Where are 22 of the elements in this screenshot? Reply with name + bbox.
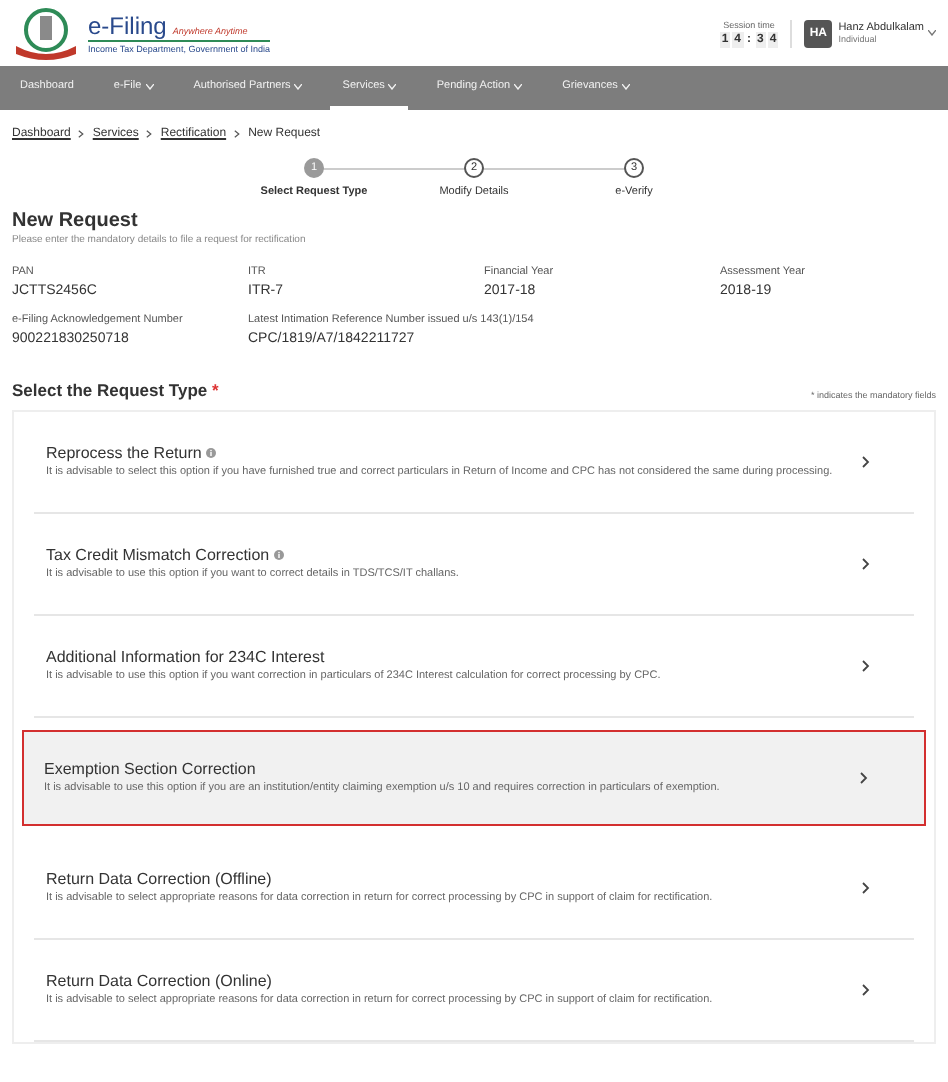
brand-name: e-Filing xyxy=(88,12,167,40)
page-title: New Request xyxy=(12,210,140,232)
chevron-right-icon xyxy=(862,558,870,570)
caret-icon xyxy=(928,30,936,36)
option-title: Return Data Correction (Online) xyxy=(46,971,272,990)
option-title: Exemption Section Correction xyxy=(44,759,256,778)
chevron-right-icon xyxy=(78,130,85,138)
chevron-right-icon xyxy=(146,130,153,138)
option-title: Additional Information for 234C Interest xyxy=(46,647,325,666)
chevron-right-icon xyxy=(862,660,870,672)
section-heading: Select the Request Type * xyxy=(12,380,219,400)
chevron-right-icon xyxy=(860,772,868,784)
info-icon[interactable] xyxy=(273,549,284,560)
chevron-right-icon xyxy=(234,130,241,138)
option-title: Reprocess the Return xyxy=(46,443,202,462)
chevron-right-icon xyxy=(862,984,870,996)
emblem-logo-icon xyxy=(12,5,80,61)
option-title: Tax Credit Mismatch Correction xyxy=(46,545,270,564)
info-icon[interactable] xyxy=(205,447,216,458)
option-title: Return Data Correction (Offline) xyxy=(46,869,272,888)
chevron-right-icon xyxy=(862,882,870,894)
chevron-right-icon xyxy=(862,456,870,468)
